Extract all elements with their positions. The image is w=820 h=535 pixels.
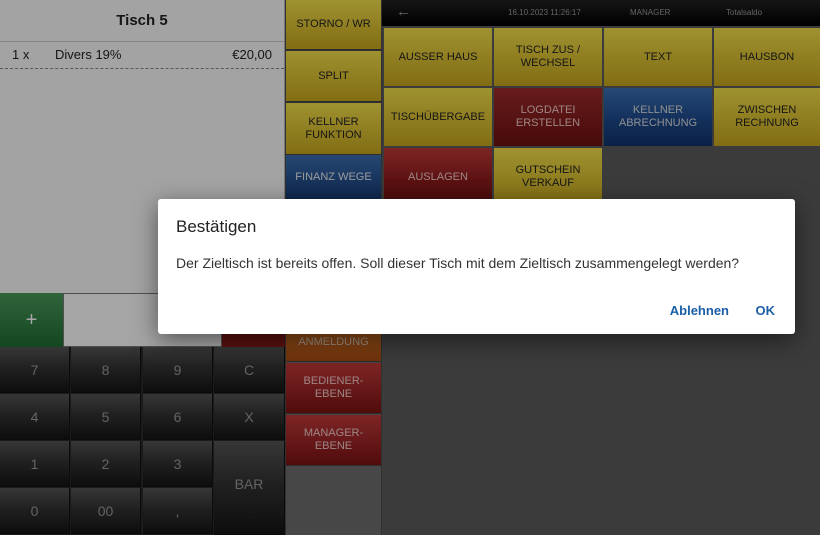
decline-button[interactable]: Ablehnen [670, 303, 729, 318]
dialog-title: Bestätigen [176, 217, 257, 236]
ok-button[interactable]: OK [756, 303, 776, 318]
dialog-message: Der Zieltisch ist bereits offen. Soll di… [176, 255, 740, 271]
confirm-dialog: Bestätigen Der Zieltisch ist bereits off… [158, 199, 795, 334]
